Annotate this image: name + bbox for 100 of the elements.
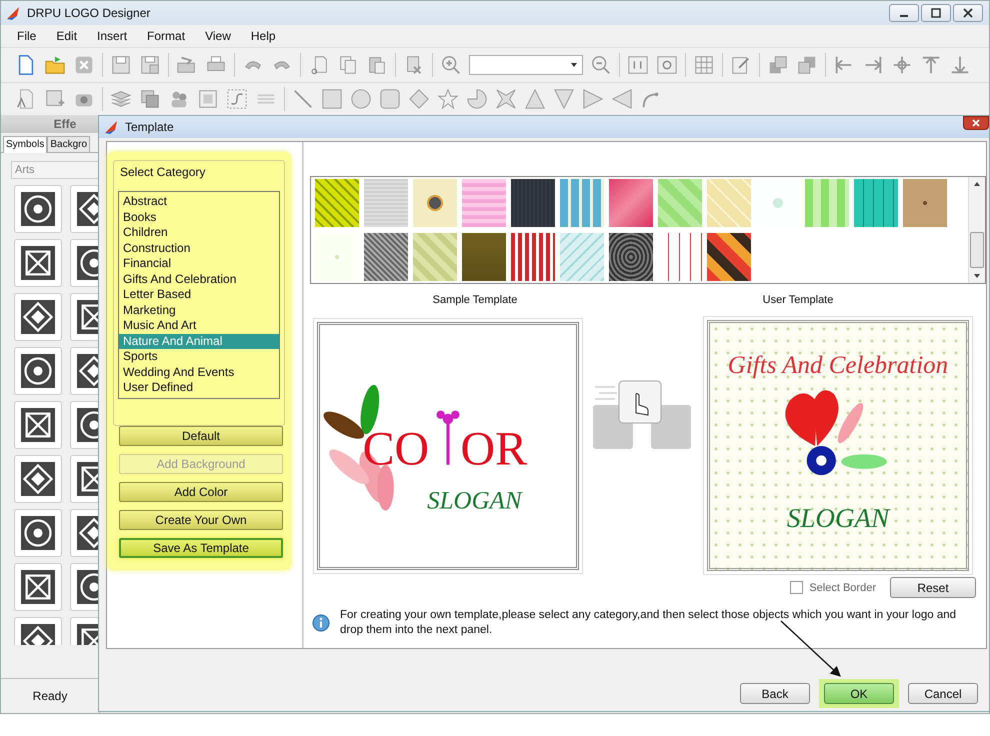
close-button[interactable] — [963, 116, 989, 130]
symbol-tile[interactable] — [14, 185, 62, 233]
category-item[interactable]: User Defined — [119, 380, 279, 396]
export-icon[interactable] — [176, 54, 198, 76]
category-item[interactable]: Financial — [119, 256, 279, 272]
pattern-swatch[interactable] — [560, 179, 604, 227]
checkbox[interactable] — [790, 581, 804, 594]
pattern-swatch[interactable] — [315, 179, 359, 227]
category-item[interactable]: Abstract — [119, 194, 279, 210]
pattern-swatch[interactable] — [511, 179, 555, 227]
pattern-swatch[interactable] — [413, 179, 457, 227]
pattern-swatch[interactable] — [903, 179, 947, 227]
star-icon[interactable] — [437, 88, 459, 110]
pattern-swatch[interactable] — [315, 233, 359, 281]
fit-icon[interactable] — [656, 54, 678, 76]
menu-item[interactable]: Edit — [46, 29, 88, 43]
close-icon[interactable] — [73, 54, 95, 76]
pattern-swatch[interactable] — [462, 233, 506, 281]
zoom-out-icon[interactable] — [590, 54, 612, 76]
panel-button[interactable]: Create Your Own — [119, 510, 283, 530]
panel-button[interactable]: Save As Template — [119, 538, 283, 558]
zoom-in-icon[interactable] — [440, 54, 462, 76]
dialog-button[interactable]: Cancel — [908, 683, 978, 704]
dialog-button[interactable]: OK — [824, 683, 894, 704]
right-triangle-icon[interactable] — [582, 88, 604, 110]
category-item[interactable]: Construction — [119, 240, 279, 256]
symbol-tile[interactable] — [14, 509, 62, 557]
menu-item[interactable]: Help — [240, 29, 286, 43]
align-bottom-icon[interactable] — [949, 54, 971, 76]
symbol-tile[interactable] — [14, 239, 62, 287]
minimize-button[interactable] — [889, 4, 919, 22]
save-icon[interactable] — [110, 54, 132, 76]
symbol-tile[interactable] — [14, 401, 62, 449]
category-item[interactable]: Wedding And Events — [119, 364, 279, 380]
pattern-swatch[interactable] — [364, 179, 408, 227]
pattern-swatch[interactable] — [462, 179, 506, 227]
zoom-dropdown[interactable] — [469, 55, 583, 75]
bring-front-icon[interactable] — [767, 54, 789, 76]
logo-text: OR — [460, 422, 528, 476]
category-item[interactable]: Letter Based — [119, 287, 279, 302]
pattern-swatch[interactable] — [511, 233, 555, 281]
edit-icon[interactable] — [730, 54, 752, 76]
copy-icon[interactable] — [337, 54, 359, 76]
symbol-tile[interactable] — [14, 563, 62, 611]
pattern-swatch[interactable] — [756, 179, 800, 227]
square-icon[interactable] — [321, 88, 343, 110]
align-center-icon[interactable] — [891, 54, 913, 76]
left-triangle-icon[interactable] — [611, 88, 633, 110]
four-point-star-icon[interactable] — [495, 88, 517, 110]
scroll-up-icon[interactable] — [973, 181, 981, 187]
line-icon[interactable] — [292, 88, 314, 110]
maximize-button[interactable] — [921, 4, 951, 22]
diamond-icon[interactable] — [408, 88, 430, 110]
panel-button[interactable]: Add Color — [119, 482, 283, 502]
circle-icon[interactable] — [350, 88, 372, 110]
send-back-icon[interactable] — [796, 54, 818, 76]
menu-item[interactable]: View — [195, 29, 241, 43]
pattern-swatch[interactable] — [609, 179, 653, 227]
close-button[interactable] — [953, 4, 983, 22]
pie-icon[interactable] — [466, 88, 488, 110]
symbol-tile[interactable] — [14, 293, 62, 341]
down-triangle-icon[interactable] — [553, 88, 575, 110]
menu-item[interactable]: File — [7, 29, 46, 43]
menu-item[interactable]: Format — [137, 29, 196, 43]
pattern-swatch[interactable] — [707, 233, 751, 281]
category-item[interactable]: Books — [119, 210, 279, 225]
pattern-swatch[interactable] — [707, 179, 751, 227]
pattern-swatch[interactable] — [854, 179, 898, 227]
save-all-icon[interactable] — [139, 54, 161, 76]
symbol-tile[interactable] — [14, 347, 62, 395]
checkbox-label: Select Border — [809, 582, 876, 594]
pattern-swatch[interactable] — [609, 233, 653, 281]
scroll-down-icon[interactable] — [973, 273, 981, 279]
pattern-swatch[interactable] — [560, 233, 604, 281]
menu-item[interactable]: Insert — [87, 29, 138, 43]
category-item[interactable]: Sports — [119, 349, 279, 364]
paste-icon[interactable] — [366, 54, 388, 76]
pattern-swatch[interactable] — [413, 233, 457, 281]
panel-button[interactable]: Default — [119, 426, 283, 446]
signature-icon[interactable] — [226, 88, 248, 110]
category-item[interactable]: Marketing — [119, 302, 279, 318]
grid-icon[interactable] — [693, 54, 715, 76]
panel-tab[interactable]: Symbols — [3, 136, 48, 153]
folder-icon[interactable] — [44, 54, 66, 76]
panel-tab[interactable]: Backgro — [47, 136, 90, 152]
pattern-swatch[interactable] — [364, 233, 408, 281]
pattern-swatch[interactable] — [805, 179, 849, 227]
rounded-square-icon[interactable] — [379, 88, 401, 110]
triangle-icon[interactable] — [524, 88, 546, 110]
actual-size-icon[interactable] — [627, 54, 649, 76]
dialog-button[interactable]: Back — [740, 683, 810, 704]
align-top-icon[interactable] — [920, 54, 942, 76]
category-item[interactable]: Gifts And Celebration — [119, 272, 279, 287]
stack-icon[interactable] — [139, 88, 161, 110]
scrollbar[interactable] — [968, 177, 985, 283]
pattern-swatch[interactable] — [658, 179, 702, 227]
reset-button[interactable]: Reset — [890, 577, 976, 598]
category-item[interactable]: Music And Art — [119, 318, 279, 334]
category-item[interactable]: Children — [119, 225, 279, 240]
symbol-tile[interactable] — [14, 455, 62, 503]
